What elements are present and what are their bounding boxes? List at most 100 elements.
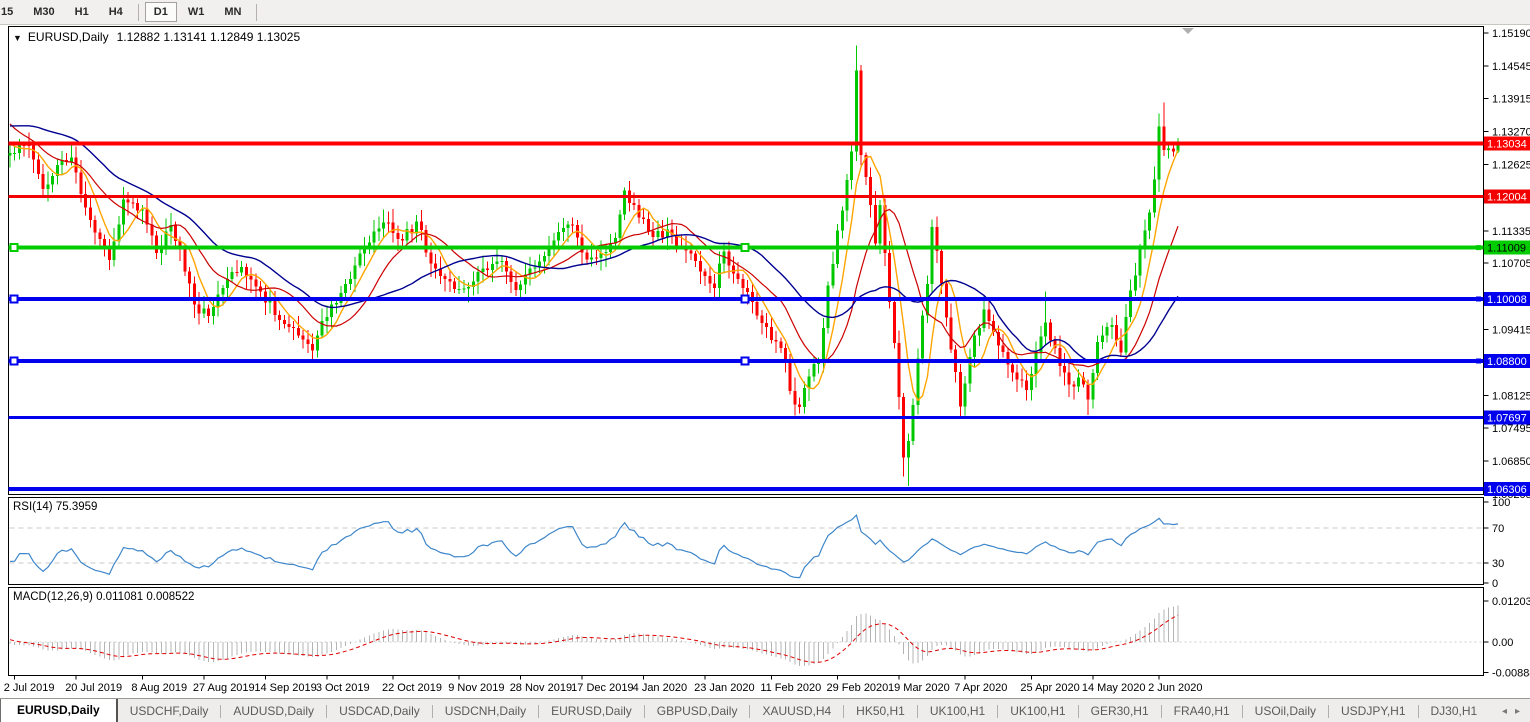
chart-tab-7-xauusdh4[interactable]: XAUUSD,H4 <box>750 699 843 722</box>
svg-text:2 Jul 2019: 2 Jul 2019 <box>4 682 55 694</box>
chart-tab-12-fra40h1[interactable]: FRA40,H1 <box>1162 699 1242 722</box>
chart-tab-8-hk50h1[interactable]: HK50,H1 <box>844 699 917 722</box>
svg-text:0.00: 0.00 <box>1492 637 1513 649</box>
rsi-axis: 100 70 30 0 <box>1484 497 1511 590</box>
chart-tab-3-usdcaddaily[interactable]: USDCAD,Daily <box>327 699 432 722</box>
svg-text:3 Oct 2019: 3 Oct 2019 <box>316 682 370 694</box>
main-chart-panel[interactable] <box>9 27 1484 495</box>
svg-text:0: 0 <box>1492 578 1498 590</box>
svg-text:20 Jul 2019: 20 Jul 2019 <box>65 682 122 694</box>
timeframe-button-h1[interactable]: H1 <box>66 2 98 22</box>
rsi-panel[interactable] <box>9 498 1484 585</box>
macd-panel[interactable] <box>9 588 1484 676</box>
svg-text:1.06850: 1.06850 <box>1492 456 1530 468</box>
tab-scroll-left-icon[interactable]: ◂ <box>1502 706 1507 717</box>
svg-text:28 Nov 2019: 28 Nov 2019 <box>510 682 572 694</box>
hline-handle[interactable] <box>11 244 18 251</box>
timeframe-button-15[interactable]: 15 <box>0 2 22 22</box>
svg-text:4 Jan 2020: 4 Jan 2020 <box>633 682 687 694</box>
chart-tab-10-uk100h1[interactable]: UK100,H1 <box>998 699 1077 722</box>
svg-text:1.12625: 1.12625 <box>1492 160 1530 172</box>
timeframe-button-m30[interactable]: M30 <box>24 2 63 22</box>
chart-tab-4-usdcnhdaily[interactable]: USDCNH,Daily <box>433 699 538 722</box>
timeframe-button-w1[interactable]: W1 <box>179 2 214 22</box>
macd-values: 0.011081 0.008522 <box>96 591 194 603</box>
macd-axis: 0.012031 0.00 -0.008885 <box>1484 596 1530 679</box>
price-axis: 1.151901.145451.139151.132701.126251.113… <box>1484 28 1530 501</box>
svg-text:1.10008: 1.10008 <box>1487 294 1527 306</box>
svg-text:8 Aug 2019: 8 Aug 2019 <box>131 682 187 694</box>
chart-tab-11-ger30h1[interactable]: GER30,H1 <box>1079 699 1161 722</box>
hline-axis-handle[interactable] <box>1476 296 1481 301</box>
symbol-tab-bar: EURUSD,DailyUSDCHF,DailyAUDUSD,DailyUSDC… <box>0 698 1530 722</box>
svg-text:1.09415: 1.09415 <box>1492 324 1530 336</box>
hline-axis-handle[interactable] <box>1476 358 1481 363</box>
svg-text:100: 100 <box>1492 497 1510 509</box>
hline-handle[interactable] <box>11 295 18 302</box>
svg-text:0.012031: 0.012031 <box>1492 596 1530 608</box>
svg-text:14 Sep 2019: 14 Sep 2019 <box>254 682 316 694</box>
chart-ohlc-values: 1.12882 1.13141 1.12849 1.13025 <box>117 30 301 44</box>
svg-text:1.07495: 1.07495 <box>1492 423 1530 435</box>
macd-name: MACD(12,26,9) <box>13 591 93 603</box>
svg-text:29 Feb 2020: 29 Feb 2020 <box>827 682 889 694</box>
hline-handle[interactable] <box>742 357 749 364</box>
chart-symbol-label: EURUSD,Daily <box>28 30 109 44</box>
rsi-indicator-label: RSI(14) 75.3959 <box>13 501 97 513</box>
toolbar-separator <box>256 4 257 21</box>
svg-text:70: 70 <box>1492 523 1504 535</box>
tab-scroll-nav: ◂▸ <box>1492 699 1530 722</box>
chart-tab-14-usdjpyh1[interactable]: USDJPY,H1 <box>1329 699 1417 722</box>
date-axis: 2 Jul 2019 20 Jul 2019 8 Aug 2019 27 Aug 20… <box>4 676 1203 695</box>
svg-text:27 Aug 2019: 27 Aug 2019 <box>193 682 255 694</box>
hline-handle[interactable] <box>742 244 749 251</box>
timeframe-button-d1[interactable]: D1 <box>145 2 177 22</box>
collapse-chart-icon[interactable]: ▼ <box>13 33 22 43</box>
svg-text:1.08125: 1.08125 <box>1492 391 1530 403</box>
svg-text:-0.008885: -0.008885 <box>1492 668 1530 680</box>
tab-scroll-right-icon[interactable]: ▸ <box>1515 706 1520 717</box>
svg-text:1.15190: 1.15190 <box>1492 28 1530 40</box>
timeframe-toolbar: 15M30H1H4 D1W1MN <box>0 0 1530 25</box>
svg-text:17 Dec 2019: 17 Dec 2019 <box>571 682 633 694</box>
chart-tab-13-usoildaily[interactable]: USOil,Daily <box>1243 699 1328 722</box>
chart-tab-1-usdchfdaily[interactable]: USDCHF,Daily <box>118 699 221 722</box>
svg-text:1.12004: 1.12004 <box>1487 192 1527 204</box>
svg-text:11 Feb 2020: 11 Feb 2020 <box>760 682 821 694</box>
hline-axis-handle[interactable] <box>1476 245 1481 250</box>
svg-text:2 Jun 2020: 2 Jun 2020 <box>1148 682 1202 694</box>
svg-text:9 Nov 2019: 9 Nov 2019 <box>448 682 504 694</box>
svg-text:1.13034: 1.13034 <box>1487 139 1527 151</box>
chart-canvas[interactable]: 1.151901.145451.139151.132701.126251.113… <box>0 0 1530 722</box>
chart-tab-15-dj30h1[interactable]: DJ30,H1 <box>1419 699 1490 722</box>
svg-text:1.10705: 1.10705 <box>1492 258 1530 270</box>
svg-text:1.14545: 1.14545 <box>1492 61 1530 73</box>
svg-text:23 Jan 2020: 23 Jan 2020 <box>694 682 755 694</box>
svg-text:1.08800: 1.08800 <box>1487 356 1527 368</box>
svg-text:19 Mar 2020: 19 Mar 2020 <box>888 682 950 694</box>
timeframe-button-mn[interactable]: MN <box>215 2 250 22</box>
chart-title: ▼ EURUSD,Daily 1.12882 1.13141 1.12849 1.1… <box>13 30 300 44</box>
terminal-window: 15M30H1H4 D1W1MN 1.15190 1.14545 1.13915 1.1… <box>0 0 1530 722</box>
macd-indicator-label: MACD(12,26,9) 0.011081 0.008522 <box>13 591 194 603</box>
svg-text:1.07697: 1.07697 <box>1487 413 1527 425</box>
hline-handle[interactable] <box>742 295 749 302</box>
svg-text:1.13915: 1.13915 <box>1492 93 1530 105</box>
svg-text:1.11335: 1.11335 <box>1492 226 1530 238</box>
chart-tab-6-gbpusddaily[interactable]: GBPUSD,Daily <box>645 699 750 722</box>
chart-tab-9-uk100h1[interactable]: UK100,H1 <box>918 699 997 722</box>
svg-text:7 Apr 2020: 7 Apr 2020 <box>954 682 1007 694</box>
chart-tab-2-audusddaily[interactable]: AUDUSD,Daily <box>221 699 326 722</box>
chart-tab-5-eurusddaily[interactable]: EURUSD,Daily <box>539 699 644 722</box>
rsi-name: RSI(14) <box>13 501 53 513</box>
hline-handle[interactable] <box>11 357 18 364</box>
svg-text:1.11009: 1.11009 <box>1487 243 1526 255</box>
rsi-value: 75.3959 <box>56 501 98 513</box>
svg-text:14 May 2020: 14 May 2020 <box>1082 682 1146 694</box>
svg-text:30: 30 <box>1492 558 1504 570</box>
timeframe-button-h4[interactable]: H4 <box>100 2 132 22</box>
svg-text:1.06306: 1.06306 <box>1487 484 1527 496</box>
chart-tab-0-eurusddaily[interactable]: EURUSD,Daily <box>0 698 118 722</box>
toolbar-separator <box>138 4 139 21</box>
svg-text:22 Oct 2019: 22 Oct 2019 <box>382 682 442 694</box>
